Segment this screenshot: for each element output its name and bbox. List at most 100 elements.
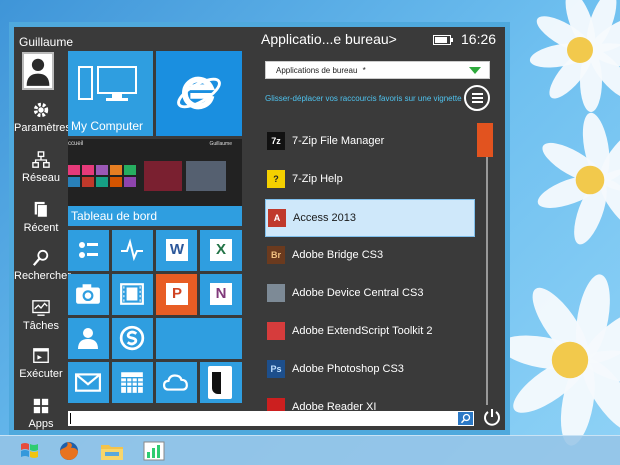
rail-item-settings[interactable]: Paramètres (14, 101, 71, 134)
search-icon (32, 249, 49, 266)
app-name: Adobe Device Central CS3 (292, 287, 424, 299)
app-item-access-2013[interactable]: A Access 2013 (265, 199, 475, 237)
taskbar-firefox[interactable] (57, 440, 81, 462)
scrollbar-track[interactable] (486, 123, 488, 405)
film-icon (120, 283, 144, 305)
rail-label: Exécuter (19, 368, 63, 380)
rail-item-apps[interactable]: Apps (14, 397, 68, 430)
extendscript-icon (267, 322, 285, 340)
daisy-flower (520, 0, 620, 112)
device-central-icon (267, 284, 285, 302)
tile-onenote[interactable]: N (200, 274, 242, 315)
tile-powerpoint[interactable]: P (156, 274, 197, 315)
rail-item-network[interactable]: Réseau (14, 151, 68, 184)
taskbar (0, 435, 620, 465)
tile-my-computer[interactable]: My Computer (68, 51, 153, 136)
7zip-icon: 7z (267, 132, 285, 150)
app-item-7zip-file-manager[interactable]: 7z 7-Zip File Manager (265, 123, 475, 161)
battery-icon (433, 35, 453, 45)
tile-people[interactable] (68, 318, 109, 359)
tile-performance[interactable] (112, 230, 153, 271)
power-button[interactable] (482, 407, 502, 427)
search-button[interactable] (458, 412, 473, 425)
tile-store[interactable] (156, 318, 242, 359)
tile-camera[interactable] (68, 274, 109, 315)
app-name: 7-Zip File Manager (292, 135, 385, 147)
access-icon: A (268, 209, 286, 227)
powerpoint-icon: P (166, 283, 188, 305)
task-manager-icon (32, 300, 50, 316)
adobe-bridge-icon: Br (267, 246, 285, 264)
rail-item-tasks[interactable]: Tâches (14, 299, 68, 332)
user-silhouette-icon (26, 58, 50, 86)
tile-excel[interactable]: X (200, 230, 242, 271)
person-icon (78, 328, 98, 349)
windows-logo-icon (21, 443, 38, 458)
tile-mail[interactable] (68, 362, 109, 403)
rail-label: Réseau (22, 172, 60, 184)
taskbar-file-explorer[interactable] (100, 440, 124, 462)
skype-icon (119, 325, 145, 351)
control-panel-icon (79, 242, 98, 258)
rail-item-search[interactable]: Rechercher (14, 249, 71, 282)
list-view-button[interactable] (464, 85, 490, 111)
camera-icon (76, 284, 100, 304)
search-box[interactable] (68, 411, 474, 426)
app-name: 7-Zip Help (292, 173, 343, 185)
rail-label: Tâches (22, 320, 60, 332)
dropdown-marker: * (362, 66, 366, 75)
tile-calendar[interactable] (112, 362, 153, 403)
category-dropdown[interactable]: Applications de bureau * (265, 61, 490, 79)
tile-label: Tableau de bord (71, 209, 158, 223)
firefox-icon (60, 442, 78, 460)
excel-icon: X (210, 239, 232, 261)
folder-icon (101, 445, 123, 460)
tile-internet-explorer[interactable] (156, 51, 242, 136)
tile-word[interactable]: W (156, 230, 197, 271)
app-name: Adobe ExtendScript Toolkit 2 (292, 325, 433, 337)
network-icon (32, 151, 50, 168)
app-item-adobe-photoshop[interactable]: Ps Adobe Photoshop CS3 (265, 351, 475, 389)
app-item-adobe-device-central[interactable]: Adobe Device Central CS3 (265, 275, 475, 313)
daisy-flower (524, 110, 620, 249)
apps-grid-icon (33, 398, 49, 414)
start-button[interactable] (18, 440, 42, 462)
rail-label: Paramètres (14, 122, 71, 134)
start-rail: Guillaume Paramètres Réseau Récent Reche… (14, 27, 73, 430)
tile-onedrive[interactable] (156, 362, 197, 403)
tile-skype[interactable] (112, 318, 153, 359)
tile-reader[interactable] (200, 362, 242, 403)
app-name: Adobe Bridge CS3 (292, 249, 384, 261)
user-avatar[interactable] (22, 52, 54, 90)
clock: 16:26 (461, 31, 497, 47)
app-item-adobe-bridge[interactable]: Br Adobe Bridge CS3 (265, 237, 475, 275)
drag-hint: Glisser-déplacer vos raccourcis favoris … (265, 94, 462, 103)
scrollbar-thumb[interactable] (477, 123, 493, 157)
search-icon (460, 413, 471, 424)
text-caret (70, 413, 71, 424)
taskbar-performance-app[interactable] (142, 440, 166, 462)
panel-header[interactable]: Applicatio...e bureau> (261, 31, 397, 47)
rail-item-recent[interactable]: Récent (14, 201, 68, 234)
app-item-7zip-help[interactable]: ? 7-Zip Help (265, 161, 475, 199)
dropdown-value: Applications de bureau (276, 66, 358, 75)
tile-control-panel[interactable] (68, 230, 109, 271)
pulse-icon (121, 238, 143, 262)
tile-label: My Computer (71, 119, 144, 133)
word-icon: W (166, 239, 188, 261)
calendar-icon (121, 372, 143, 393)
app-item-extendscript-toolkit[interactable]: Adobe ExtendScript Toolkit 2 (265, 313, 475, 351)
rail-label: Apps (28, 418, 54, 430)
app-name: Adobe Photoshop CS3 (292, 363, 404, 375)
gear-icon (33, 102, 49, 118)
tile-video[interactable] (112, 274, 153, 315)
dropdown-arrow-icon (469, 67, 481, 74)
recent-docs-icon (34, 201, 48, 218)
help-icon: ? (267, 170, 285, 188)
rail-item-run[interactable]: Exécuter (14, 347, 68, 380)
tile-tableau-de-bord[interactable]: ccueil Guillaume Tableau de bord (68, 139, 242, 226)
mail-icon (75, 373, 101, 392)
dashboard-preview: ccueil Guillaume (68, 139, 242, 206)
bar-chart-app-icon (143, 441, 165, 461)
preview-user: Guillaume (209, 141, 232, 147)
